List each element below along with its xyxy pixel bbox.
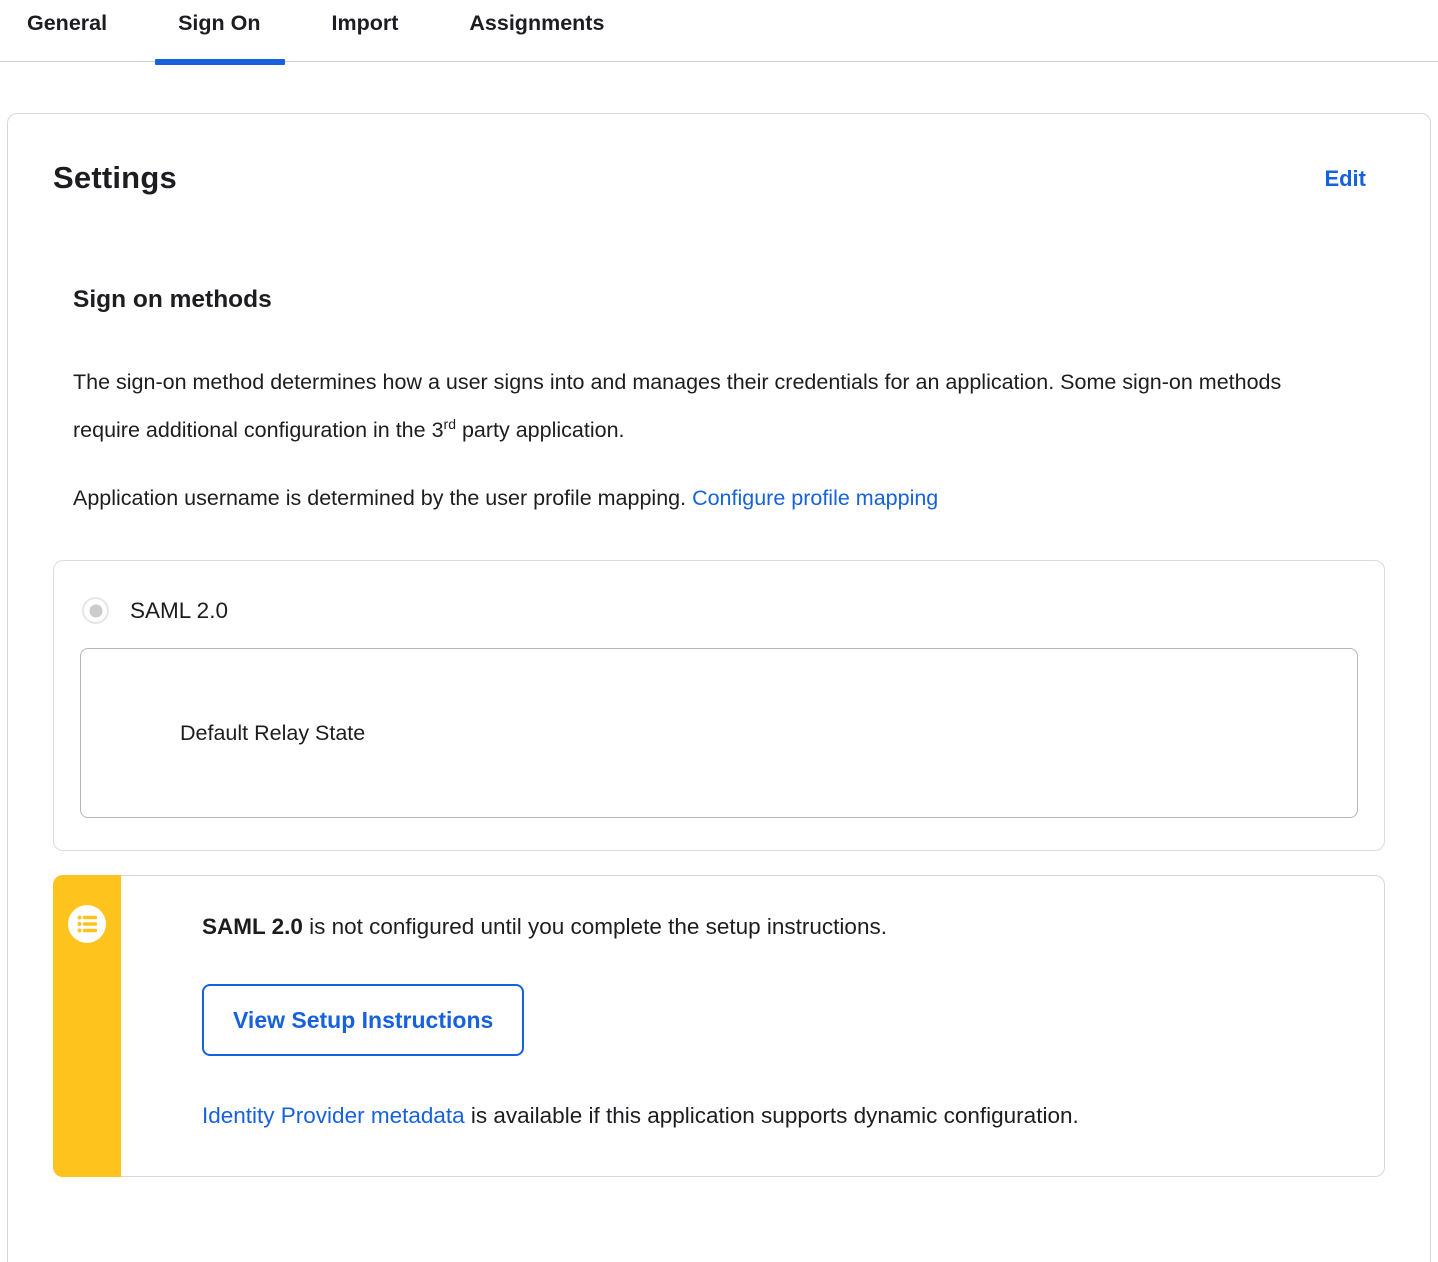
- default-relay-state-field: Default Relay State: [80, 648, 1358, 818]
- saml-radio-row: SAML 2.0: [80, 589, 1358, 624]
- metadata-text: is available if this application support…: [464, 1103, 1079, 1128]
- identity-provider-metadata-link[interactable]: Identity Provider metadata: [202, 1103, 465, 1128]
- callout-message-text: is not configured until you complete the…: [302, 914, 887, 939]
- settings-card: Settings Edit Sign on methods The sign-o…: [7, 113, 1431, 1262]
- saml-radio-button[interactable]: [82, 597, 109, 624]
- saml-radio-label: SAML 2.0: [130, 597, 228, 623]
- tab-label: Import: [331, 11, 399, 35]
- sign-on-description: The sign-on method determines how a user…: [73, 358, 1318, 454]
- page-title: Settings: [53, 160, 177, 195]
- username-mapping-text: Application username is determined by th…: [73, 486, 693, 510]
- configure-profile-mapping-link[interactable]: Configure profile mapping: [692, 486, 938, 510]
- tab-label: General: [27, 11, 108, 35]
- view-setup-instructions-button[interactable]: View Setup Instructions: [202, 984, 525, 1056]
- active-tab-indicator: [155, 59, 285, 65]
- metadata-line: Identity Provider metadata is available …: [202, 1100, 1344, 1132]
- callout-message: SAML 2.0 is not configured until you com…: [202, 911, 1344, 943]
- settings-card-header: Settings Edit: [53, 156, 1385, 196]
- default-relay-state-label: Default Relay State: [180, 720, 366, 745]
- app-tab-bar: General Sign On Import Assignments: [0, 0, 1438, 65]
- username-mapping-line: Application username is determined by th…: [73, 478, 1385, 518]
- list-icon: [68, 905, 106, 943]
- setup-warning-callout: SAML 2.0 is not configured until you com…: [53, 875, 1385, 1177]
- tab-label: Sign On: [178, 11, 261, 35]
- edit-button[interactable]: Edit: [1324, 166, 1366, 192]
- callout-content: SAML 2.0 is not configured until you com…: [121, 876, 1384, 1176]
- ordinal-superscript: rd: [443, 415, 456, 432]
- tab-sign-on[interactable]: Sign On: [155, 0, 285, 65]
- sign-on-methods-heading: Sign on methods: [73, 286, 272, 313]
- saml-method-box: SAML 2.0 Default Relay State: [53, 560, 1385, 851]
- tab-general[interactable]: General: [27, 0, 107, 62]
- description-text: The sign-on method determines how a user…: [73, 370, 1282, 442]
- description-text: party application.: [455, 418, 625, 442]
- tab-import[interactable]: Import: [332, 0, 399, 62]
- tab-label: Assignments: [469, 11, 605, 35]
- callout-message-bold: SAML 2.0: [202, 914, 303, 939]
- tab-assignments[interactable]: Assignments: [469, 0, 604, 62]
- warning-accent-bar: [53, 875, 121, 1177]
